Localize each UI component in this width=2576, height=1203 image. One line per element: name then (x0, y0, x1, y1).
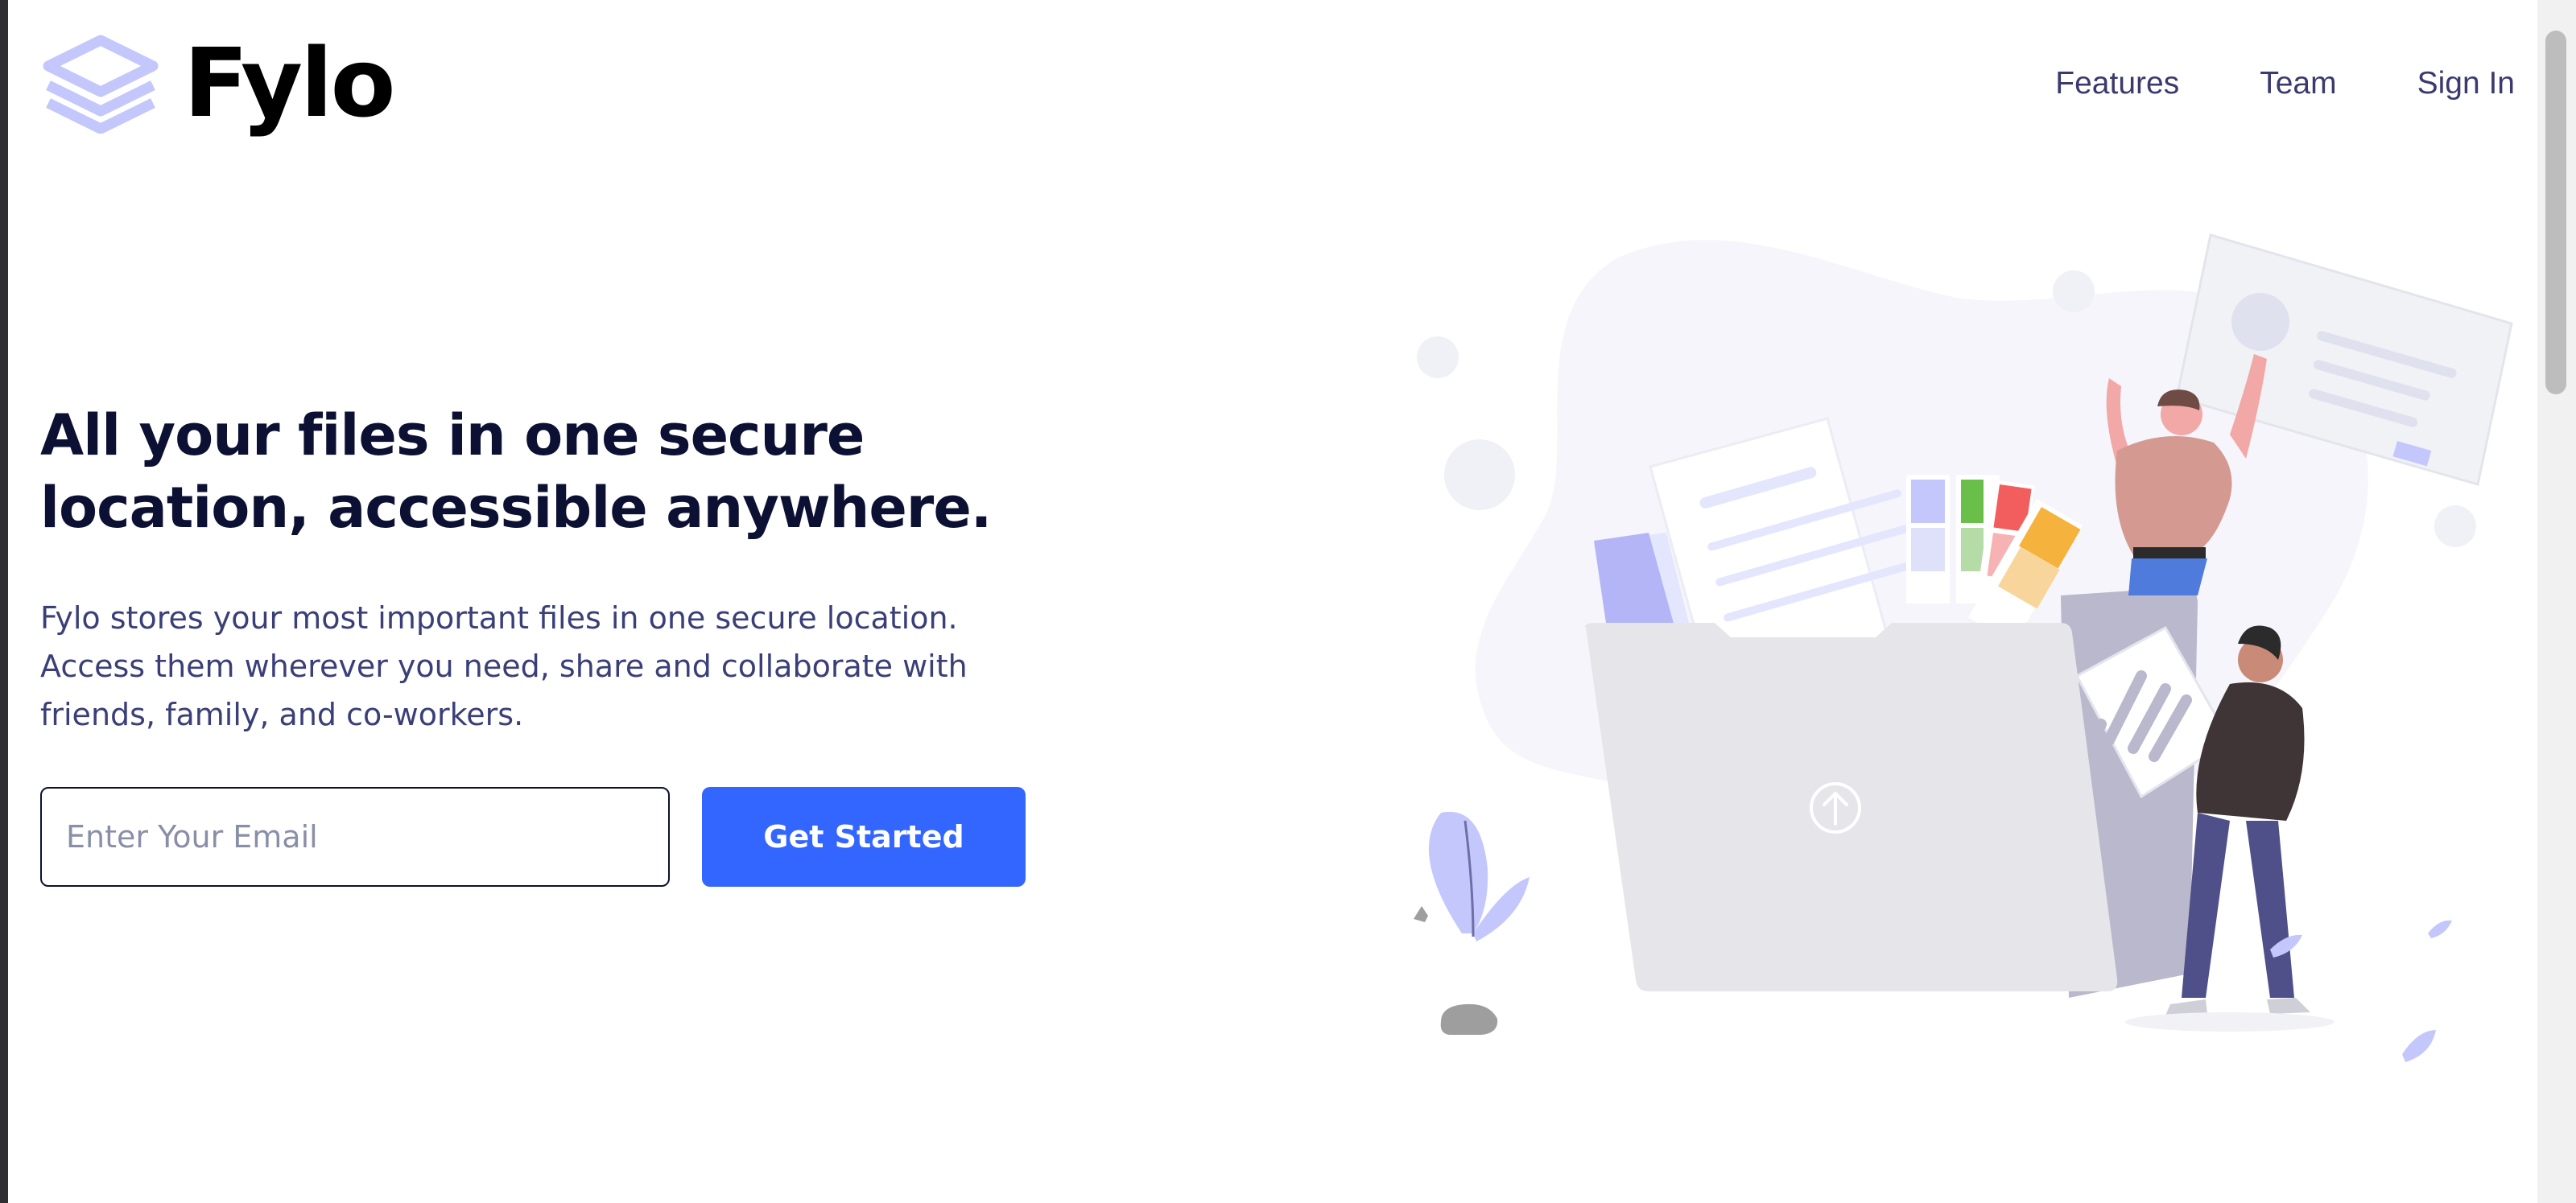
brand-logo[interactable]: Fylo (40, 27, 396, 138)
decor-circle (2434, 505, 2476, 547)
page: Fylo Features Team Sign In All your file… (8, 0, 2537, 1203)
leaf (2428, 920, 2452, 938)
nav-link-team[interactable]: Team (2260, 66, 2336, 101)
nav-link-features[interactable]: Features (2055, 66, 2179, 101)
folder (1585, 623, 2118, 991)
decor-circle (2053, 270, 2095, 312)
email-input[interactable] (40, 787, 670, 887)
stacked-layers-logo-icon (43, 35, 159, 134)
hero-description-line-1: Fylo stores your most important files in… (40, 600, 958, 636)
hero-illustration (1414, 233, 2513, 1062)
leaf (2402, 1030, 2436, 1062)
rock (1440, 1003, 1498, 1035)
brand-name: Fylo (184, 27, 396, 138)
hero-description: Fylo stores your most important files in… (40, 594, 1038, 739)
get-started-button[interactable]: Get Started (702, 787, 1026, 887)
nav-link-sign-in[interactable]: Sign In (2417, 66, 2515, 101)
hero-headline: All your files in one secure location, a… (40, 399, 1087, 544)
main-nav: Features Team Sign In (2055, 66, 2515, 101)
hero-description-line-3: friends, family, and co-workers. (40, 697, 524, 732)
rock (1414, 906, 1428, 922)
scrollbar-thumb[interactable] (2545, 31, 2566, 394)
ground-shadow (2125, 1012, 2334, 1032)
plant (1428, 811, 1530, 941)
hero-headline-line-2: location, accessible anywhere. (40, 475, 992, 541)
decor-circle (1417, 336, 1459, 378)
hero-headline-line-1: All your files in one secure (40, 402, 865, 468)
page-scrollbar[interactable] (2537, 0, 2576, 1203)
decor-circle (1444, 439, 1515, 510)
hero-description-line-2: Access them wherever you need, share and… (40, 649, 968, 684)
